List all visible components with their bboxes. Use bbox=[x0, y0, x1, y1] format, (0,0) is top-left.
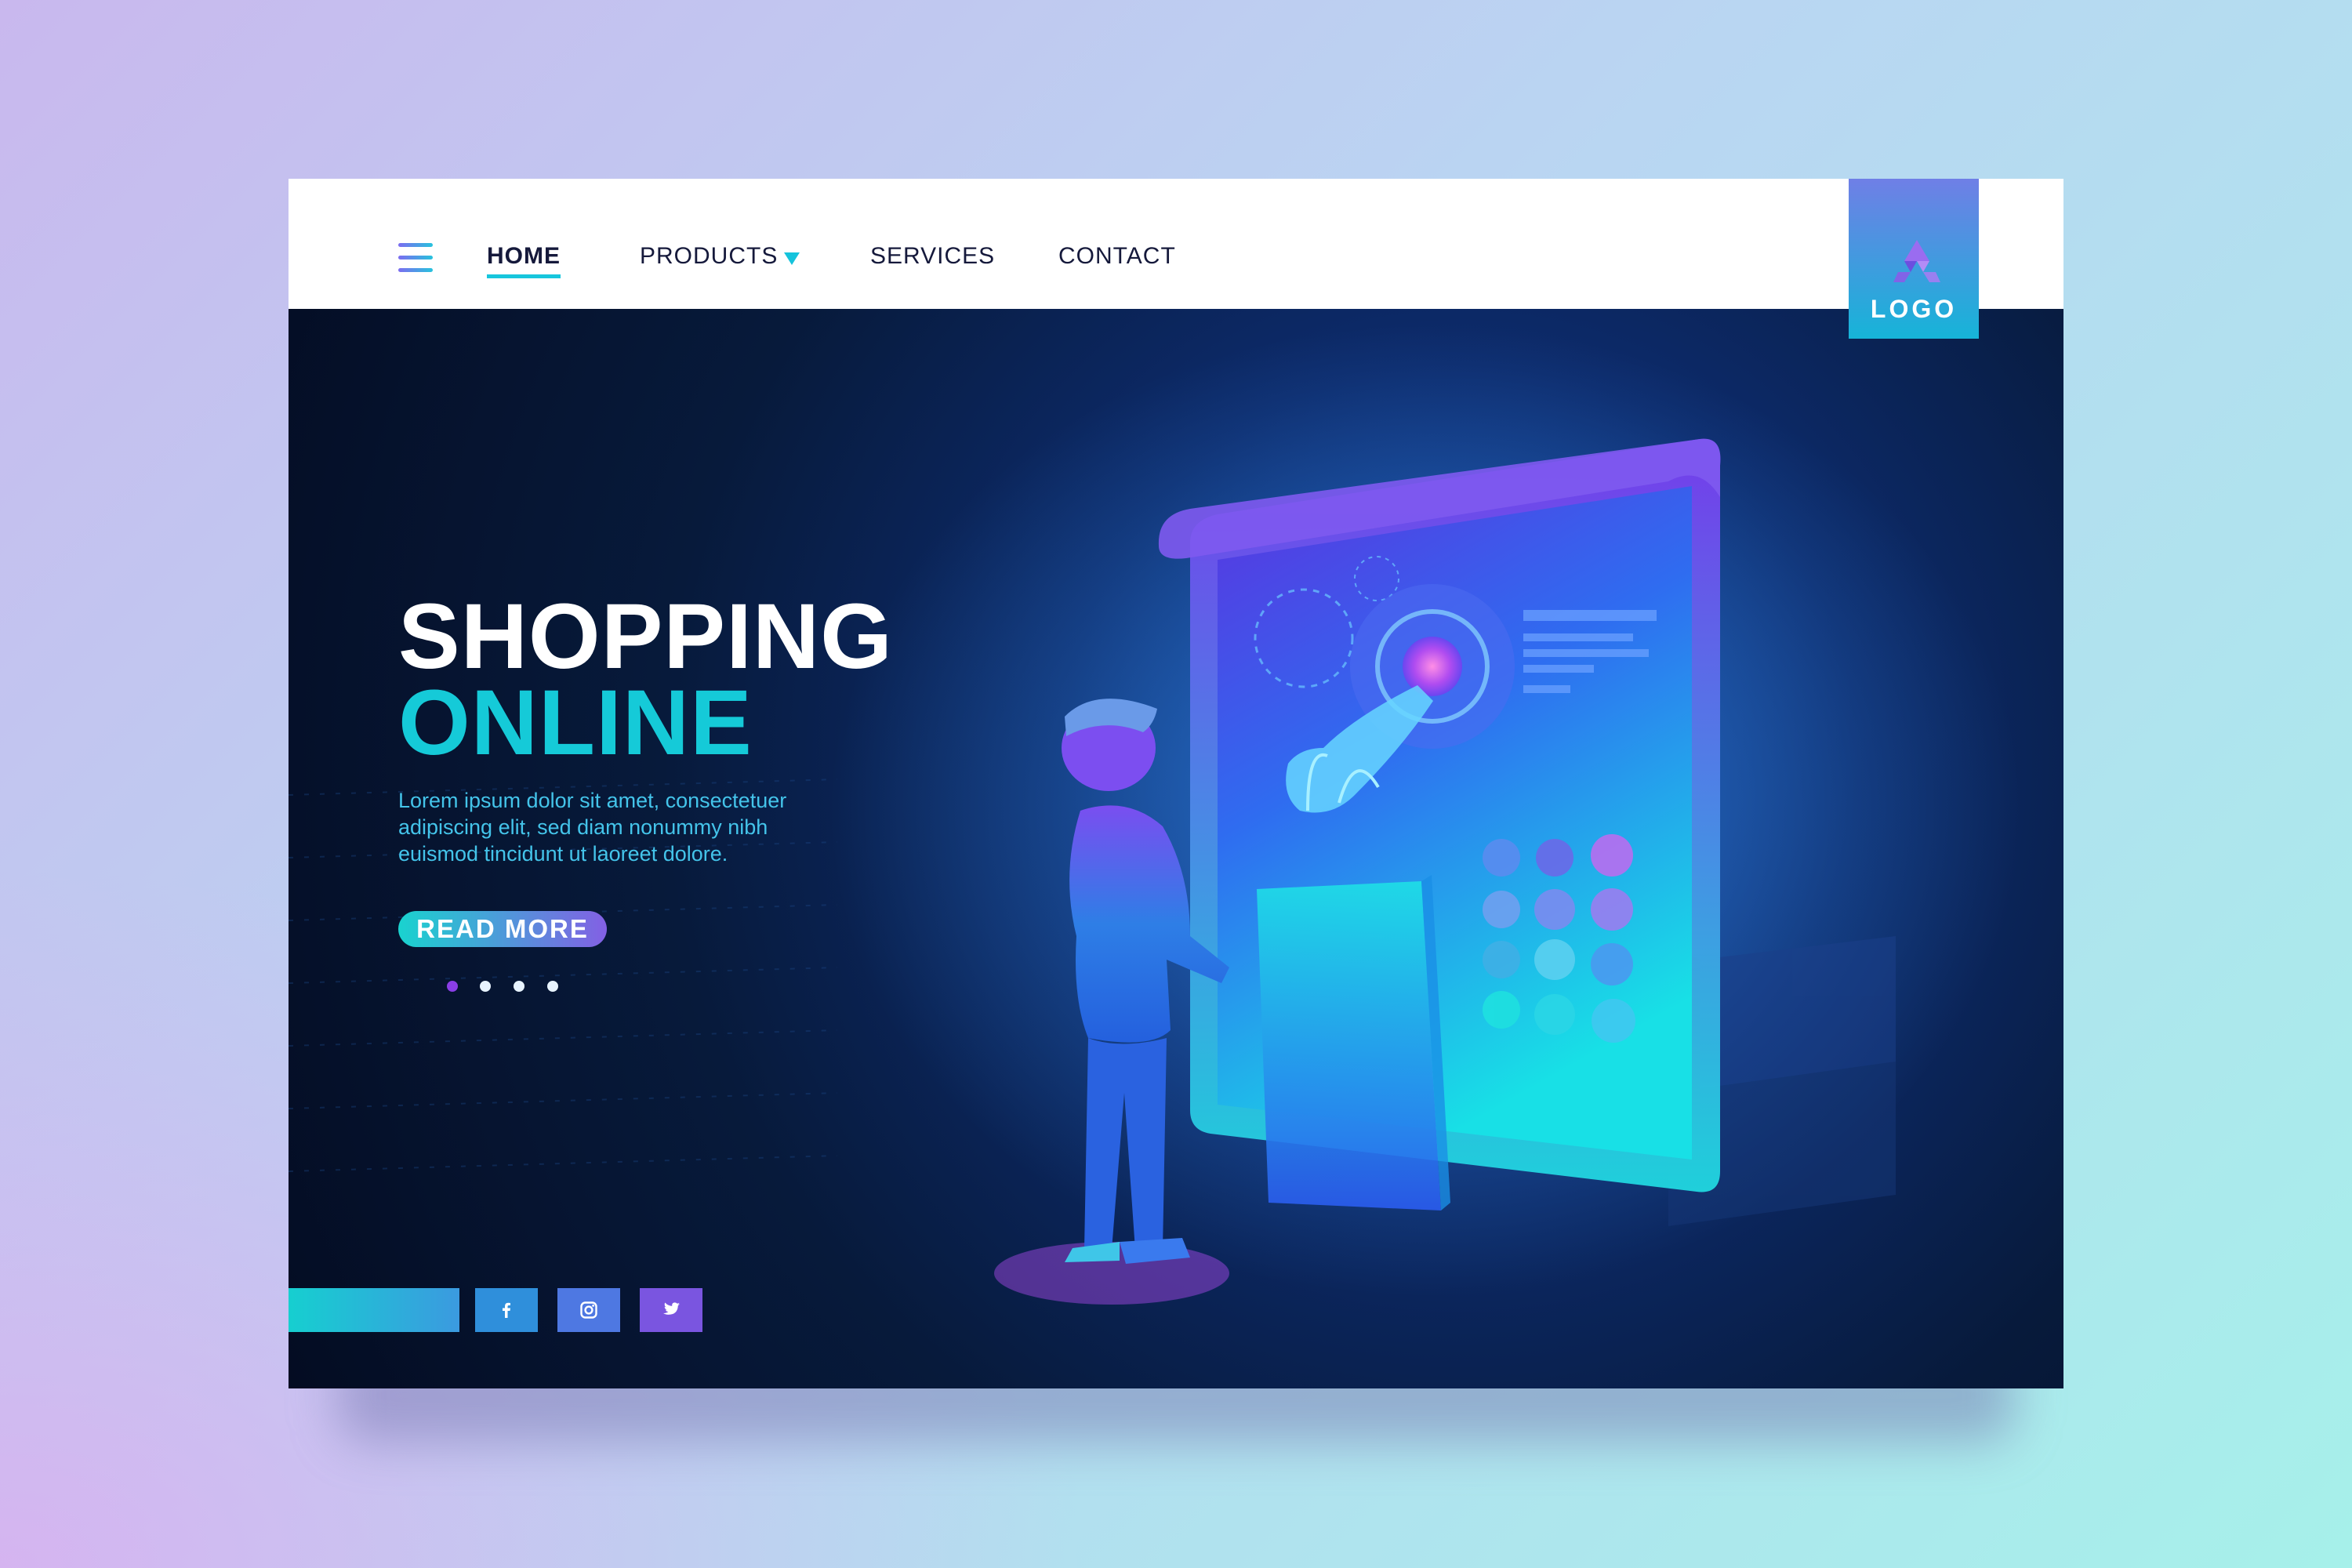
top-navbar: HOME PRODUCTS SERVICES CONTACT bbox=[289, 179, 2063, 309]
slide-dot-2[interactable] bbox=[480, 981, 491, 992]
hamburger-menu-icon[interactable] bbox=[398, 243, 433, 273]
slide-dot-4[interactable] bbox=[547, 981, 558, 992]
facebook-icon bbox=[503, 1302, 510, 1318]
logo-text: LOGO bbox=[1870, 295, 1958, 323]
chevron-down-icon[interactable] bbox=[784, 252, 800, 265]
nav-item-contact[interactable]: CONTACT bbox=[1058, 243, 1176, 270]
nav-item-home[interactable]: HOME bbox=[487, 243, 561, 278]
slide-dot-3[interactable] bbox=[514, 981, 524, 992]
active-underline bbox=[487, 274, 561, 278]
twitter-button[interactable] bbox=[640, 1288, 702, 1332]
hero-description: Lorem ipsum dolor sit amet, consectetuer… bbox=[398, 789, 787, 866]
hero-title-line2: ONLINE bbox=[398, 671, 753, 775]
instagram-icon bbox=[580, 1301, 597, 1319]
logo-badge[interactable]: LOGO bbox=[1849, 179, 1979, 339]
facebook-button[interactable] bbox=[475, 1288, 538, 1332]
nav-item-products[interactable]: PRODUCTS bbox=[640, 243, 778, 270]
nav-item-services[interactable]: SERVICES bbox=[870, 243, 995, 270]
nav-item-home-label: HOME bbox=[487, 243, 561, 269]
triangle-logo-icon bbox=[1893, 240, 1940, 282]
accent-bar bbox=[289, 1288, 459, 1332]
instagram-button[interactable] bbox=[557, 1288, 620, 1332]
read-more-button[interactable]: READ MORE bbox=[398, 911, 607, 947]
twitter-icon bbox=[662, 1302, 680, 1315]
hero-section: SHOPPING ONLINE Lorem ipsum dolor sit am… bbox=[289, 309, 2063, 1388]
slide-dot-1[interactable] bbox=[447, 981, 458, 992]
landing-page-card: HOME PRODUCTS SERVICES CONTACT SHOPPING … bbox=[289, 179, 2063, 1388]
